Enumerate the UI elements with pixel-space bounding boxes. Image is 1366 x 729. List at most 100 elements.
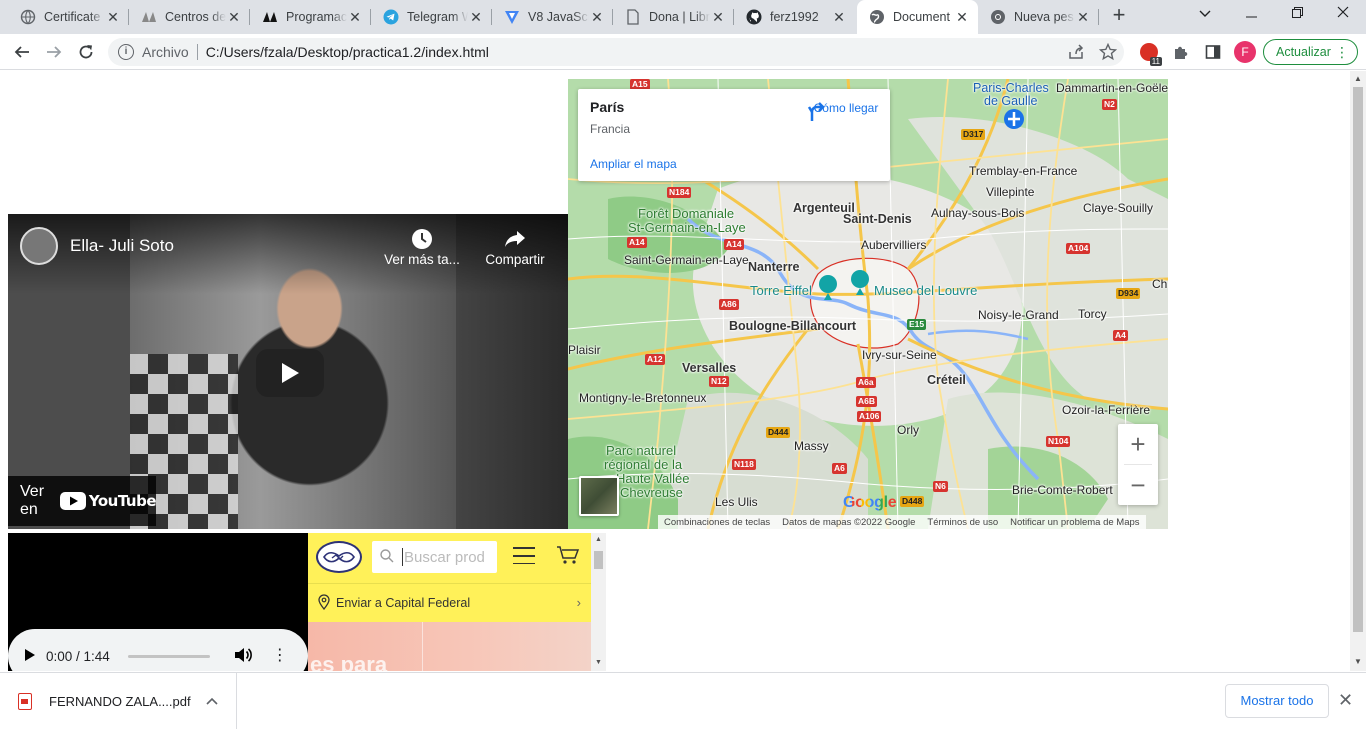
tab-centros[interactable]: Centros de ✕ (129, 0, 250, 34)
map-label: Saint-Denis (843, 212, 912, 226)
video-title[interactable]: Ella- Juli Soto (70, 236, 174, 256)
url-text[interactable]: C:/Users/fzala/Desktop/practica1.2/index… (206, 44, 489, 60)
side-panel-icon[interactable] (1201, 40, 1225, 64)
enlarge-map-link[interactable]: Ampliar el mapa (590, 157, 677, 171)
keyboard-shortcuts-link[interactable]: Combinaciones de teclas (664, 517, 770, 528)
map-label: Ch (1152, 277, 1168, 291)
ml-delivery-location[interactable]: Enviar a Capital Federal › (308, 583, 591, 622)
hamburger-menu-icon[interactable] (513, 547, 535, 570)
youtube-embed[interactable]: Ella- Juli Soto Ver más ta... Compartir … (8, 214, 568, 529)
restore-button[interactable] (1274, 0, 1320, 30)
update-button[interactable]: Actualizar ⋮ (1263, 39, 1358, 65)
scrollbar-thumb[interactable] (594, 551, 603, 569)
tab-certificate[interactable]: Certificate ✕ (8, 0, 129, 34)
show-all-button[interactable]: Mostrar todo (1225, 684, 1329, 718)
reload-icon (79, 45, 93, 59)
close-icon[interactable]: ✕ (831, 9, 847, 25)
satellite-toggle[interactable] (579, 476, 619, 516)
back-button[interactable] (8, 38, 36, 66)
telegram-icon (383, 9, 399, 25)
close-icon[interactable]: ✕ (468, 9, 484, 25)
google-map-embed[interactable]: Paris-Charles de Gaulle Dammartin-en-Goë… (568, 79, 1168, 529)
adblock-extension-icon[interactable]: 11 (1140, 43, 1162, 66)
place-country: Francia (590, 122, 631, 136)
ml-promo-banner[interactable]: es para (308, 622, 591, 671)
tab-nueva-pestana[interactable]: Nueva pes ✕ (978, 0, 1099, 34)
share-icon[interactable] (1064, 40, 1088, 64)
forward-button[interactable] (40, 38, 68, 66)
info-icon[interactable]: i (118, 44, 134, 60)
watch-later-button[interactable]: Ver más ta... (382, 226, 462, 267)
tab-dona[interactable]: Dona | Libr ✕ (613, 0, 734, 34)
extensions-puzzle-icon[interactable] (1169, 40, 1193, 64)
tab-title: V8 JavaScri (528, 10, 589, 24)
map-label: Versalles (682, 361, 737, 375)
pdf-file-icon (18, 692, 32, 710)
map-label: Parc naturel (606, 443, 677, 458)
reload-button[interactable] (72, 38, 100, 66)
address-bar[interactable]: i Archivo C:/Users/fzala/Desktop/practic… (108, 38, 1124, 66)
mercadolibre-iframe[interactable]: Buscar prod Enviar a Capital Federal › e… (308, 533, 606, 671)
close-icon[interactable]: ✕ (589, 9, 605, 25)
banner-divider (422, 622, 423, 671)
scroll-down-arrow-icon[interactable]: ▼ (1354, 657, 1362, 666)
channel-avatar[interactable] (20, 227, 58, 265)
google-logo: Google (843, 494, 897, 512)
cart-icon[interactable] (556, 545, 580, 568)
place-name: París (590, 99, 625, 115)
play-icon[interactable] (24, 648, 36, 665)
close-window-button[interactable] (1320, 0, 1366, 30)
zoom-in-button[interactable]: + (1118, 424, 1158, 464)
watch-later-label: Ver más ta... (384, 252, 460, 267)
ml-search-input[interactable]: Buscar prod (372, 541, 497, 573)
audio-progress-slider[interactable] (127, 654, 210, 658)
map-label: Orly (897, 423, 919, 437)
scroll-up-arrow-icon[interactable]: ▲ (595, 536, 602, 543)
iframe-scrollbar[interactable]: ▲ ▼ (591, 533, 606, 671)
close-icon[interactable]: ✕ (347, 9, 363, 25)
close-icon[interactable]: ✕ (105, 9, 121, 25)
scrollbar-thumb[interactable] (1353, 87, 1363, 632)
close-icon[interactable]: ✕ (954, 9, 970, 25)
road-shield: E15 (907, 319, 927, 330)
tab-v8[interactable]: V8 JavaScri ✕ (492, 0, 613, 34)
bookmark-star-icon[interactable] (1096, 40, 1120, 64)
new-tab-button[interactable]: + (1108, 4, 1130, 27)
close-icon[interactable]: ✕ (1075, 9, 1091, 25)
tab-strip: Certificate ✕ Centros de ✕ Programac ✕ T… (0, 0, 1366, 34)
play-button[interactable] (256, 349, 324, 397)
tab-programacion[interactable]: Programac ✕ (250, 0, 371, 34)
road-shield: N184 (667, 187, 692, 198)
extension-badge: 11 (1149, 57, 1162, 66)
tab-document[interactable]: Document ✕ (857, 0, 978, 34)
directions-button[interactable]: Cómo llegar (806, 101, 886, 121)
scroll-up-arrow-icon[interactable]: ▲ (1354, 74, 1362, 83)
report-problem-link[interactable]: Notificar un problema de Maps (1010, 517, 1139, 528)
zoom-out-button[interactable]: − (1118, 465, 1158, 505)
close-icon[interactable]: ✕ (226, 9, 242, 25)
play-icon (282, 363, 299, 383)
watch-on-label: Ver en (20, 483, 45, 518)
minimize-button[interactable] (1228, 0, 1274, 30)
map-label: Claye-Souilly (1083, 201, 1154, 215)
back-arrow-icon (14, 46, 29, 58)
scroll-down-arrow-icon[interactable]: ▼ (595, 659, 602, 666)
chevron-up-icon[interactable] (206, 693, 218, 708)
tab-github[interactable]: ferz1992 ✕ (734, 0, 855, 34)
tab-search-button[interactable] (1182, 0, 1228, 30)
more-options-icon[interactable]: ⋮ (272, 648, 288, 664)
more-menu-icon[interactable]: ⋮ (1335, 44, 1349, 60)
share-button[interactable]: Compartir (480, 226, 550, 267)
close-download-bar-icon[interactable]: ✕ (1338, 690, 1353, 710)
audio-time: 0:00 / 1:44 (46, 648, 110, 664)
tab-telegram[interactable]: Telegram W ✕ (371, 0, 492, 34)
close-icon[interactable]: ✕ (710, 9, 726, 25)
road-shield: D317 (961, 129, 986, 140)
page-scrollbar[interactable]: ▲ ▼ (1350, 71, 1366, 671)
download-item[interactable]: FERNANDO ZALA....pdf (0, 673, 237, 729)
mercadolibre-logo-icon[interactable] (316, 541, 362, 573)
watch-on-youtube-button[interactable]: Ver en YouTube (8, 476, 157, 526)
profile-avatar[interactable]: F (1234, 41, 1256, 63)
terms-link[interactable]: Términos de uso (927, 517, 998, 528)
volume-icon[interactable] (234, 647, 252, 666)
